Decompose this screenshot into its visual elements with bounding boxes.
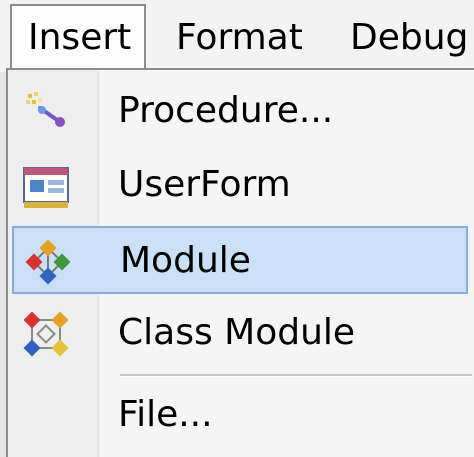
menu-debug[interactable]: Debug bbox=[350, 14, 468, 62]
menu-format[interactable]: Format bbox=[176, 14, 303, 62]
menu-separator bbox=[120, 374, 472, 377]
userform-icon bbox=[23, 167, 69, 208]
menu-item-module[interactable]: Module bbox=[12, 226, 468, 294]
menu-insert[interactable]: Insert bbox=[10, 4, 146, 68]
procedure-icon bbox=[26, 92, 65, 127]
module-icon bbox=[25, 239, 71, 285]
class-module-icon bbox=[23, 311, 69, 357]
menu-bar: Insert Format Debug bbox=[0, 0, 474, 73]
menu-item-procedure[interactable]: Procedure... bbox=[12, 78, 468, 146]
menu-item-userform[interactable]: UserForm bbox=[12, 152, 468, 220]
menu-item-label: Module bbox=[120, 240, 251, 281]
menu-item-label: Class Module bbox=[118, 312, 356, 353]
menu-item-label: Procedure... bbox=[118, 90, 334, 131]
menu-item-class-module[interactable]: Class Module bbox=[12, 300, 468, 368]
menu-item-label: File... bbox=[118, 394, 213, 435]
menu-item-file[interactable]: File... bbox=[12, 382, 468, 450]
insert-dropdown-menu: Procedure... UserForm Module Class Modul… bbox=[6, 68, 474, 457]
menu-item-label: UserForm bbox=[118, 164, 291, 205]
